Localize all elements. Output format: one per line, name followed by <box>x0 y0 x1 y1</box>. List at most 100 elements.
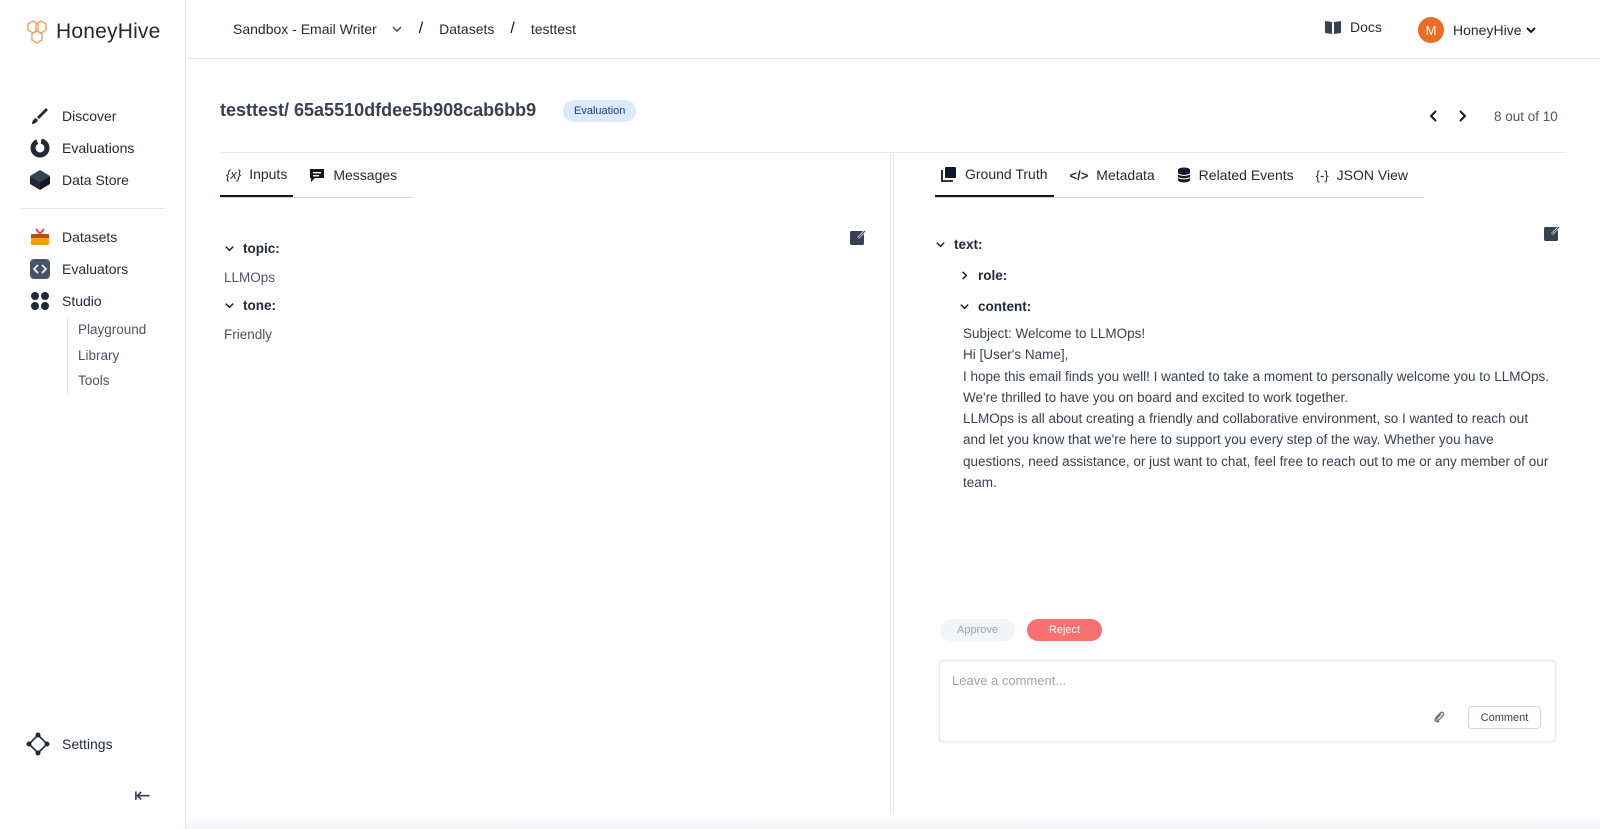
code-square-icon <box>28 257 52 281</box>
nav-divider <box>20 208 166 209</box>
studio-subnav: Playground Library Tools <box>67 317 186 394</box>
breadcrumb-datasets[interactable]: Datasets <box>439 21 494 37</box>
pager-count: 8 out of 10 <box>1494 108 1558 124</box>
main-nav: Discover Evaluations Data Store Datasets <box>0 100 186 394</box>
chevron-right-icon <box>1459 110 1467 122</box>
sidebar-item-settings[interactable]: Settings <box>26 732 113 756</box>
tab-json-view[interactable]: {-} JSON View <box>1310 153 1414 197</box>
field-key-label: content: <box>978 298 1032 314</box>
breadcrumb-separator: / <box>418 20 424 37</box>
pager: 8 out of 10 <box>1422 104 1558 128</box>
field-key-label: tone: <box>243 297 276 313</box>
sidebar-subitem-library[interactable]: Library <box>78 343 186 369</box>
tab-ground-truth[interactable]: Ground Truth <box>935 153 1054 197</box>
settings-label: Settings <box>62 736 113 752</box>
chat-bubble-icon <box>310 169 325 182</box>
field-key-label: topic: <box>243 240 280 256</box>
panel-resize-handle[interactable] <box>890 153 894 829</box>
field-key-role[interactable]: role: <box>959 265 1031 285</box>
breadcrumb-dataset[interactable]: testtest <box>531 21 576 37</box>
right-tabs: Ground Truth </> Metadata Related Events… <box>935 153 1424 198</box>
tab-label: Ground Truth <box>965 166 1048 182</box>
approve-button[interactable]: Approve <box>940 619 1015 641</box>
settings-nodes-icon <box>26 732 50 756</box>
sidebar-item-evaluators[interactable]: Evaluators <box>0 253 186 285</box>
tab-inputs[interactable]: {x} Inputs <box>220 153 294 197</box>
content-line: Hi [User's Name], <box>963 347 1069 363</box>
field-key-label: text: <box>954 236 983 252</box>
layers-icon <box>941 167 956 182</box>
edit-icon[interactable] <box>1543 224 1561 242</box>
logo[interactable]: HoneyHive <box>24 19 161 45</box>
inbox-tray-icon <box>28 225 52 249</box>
comment-button[interactable]: Comment <box>1468 706 1541 729</box>
sidebar-item-discover[interactable]: Discover <box>0 100 186 132</box>
tab-label: Metadata <box>1096 167 1155 183</box>
comment-box: Comment <box>939 660 1556 742</box>
tab-related-events[interactable]: Related Events <box>1171 153 1300 197</box>
ground-truth-tree: text: role: content: <box>935 234 1031 316</box>
next-button[interactable] <box>1450 104 1474 128</box>
page-title: testtest/ 65a5510dfdee5b908cab6bb9 <box>220 100 537 120</box>
bottom-shadow <box>186 815 1600 829</box>
prev-button[interactable] <box>1422 104 1446 128</box>
sidebar-item-label: Datasets <box>62 229 118 245</box>
breadcrumb-project[interactable]: Sandbox - Email Writer <box>233 21 377 37</box>
user-menu[interactable]: M HoneyHive <box>1418 17 1537 43</box>
variable-icon: {x} <box>226 166 242 182</box>
database-icon <box>1177 167 1190 183</box>
braces-icon: {-} <box>1315 167 1329 183</box>
donut-chart-icon <box>28 136 52 160</box>
sidebar: HoneyHive Discover Evaluations Data Stor… <box>0 0 186 829</box>
chevron-down-icon <box>225 302 234 308</box>
book-icon <box>1325 21 1341 34</box>
sidebar-item-evaluations[interactable]: Evaluations <box>0 132 186 164</box>
sidebar-item-label: Studio <box>62 293 102 309</box>
collapse-sidebar-icon[interactable]: ⇤ <box>134 783 151 808</box>
content-line: Subject: Welcome to LLMOps! <box>963 326 1146 341</box>
field-key-content[interactable]: content: <box>959 296 1031 316</box>
chevron-down-icon <box>225 245 234 251</box>
reject-button[interactable]: Reject <box>1027 619 1102 641</box>
left-tabs: {x} Inputs Messages <box>220 153 414 198</box>
app-name: HoneyHive <box>56 20 161 43</box>
tab-label: Related Events <box>1198 167 1294 183</box>
content-value: Subject: Welcome to LLMOps! Hi [User's N… <box>963 323 1553 493</box>
chevron-right-icon <box>962 270 968 280</box>
field-value-tone: Friendly <box>224 327 273 342</box>
sidebar-subitem-playground[interactable]: Playground <box>78 317 186 343</box>
paperclip-icon[interactable] <box>1433 710 1445 724</box>
sidebar-item-label: Data Store <box>62 172 129 188</box>
chevron-down-icon[interactable] <box>391 23 403 35</box>
avatar: M <box>1418 17 1444 43</box>
cube-icon <box>28 168 52 192</box>
sidebar-item-label: Evaluations <box>62 140 135 156</box>
field-key-label: role: <box>978 267 1008 283</box>
brush-icon <box>28 104 52 128</box>
chevron-down-icon <box>960 303 969 309</box>
status-badge: Evaluation <box>563 100 637 122</box>
chevron-down-icon <box>1526 27 1537 34</box>
breadcrumb: Sandbox - Email Writer / Datasets / test… <box>233 20 576 38</box>
field-key-text[interactable]: text: <box>935 234 1031 254</box>
sidebar-subitem-tools[interactable]: Tools <box>78 368 186 394</box>
sidebar-item-data-store[interactable]: Data Store <box>0 164 186 196</box>
sidebar-item-studio[interactable]: Studio <box>0 285 186 317</box>
comment-input[interactable] <box>952 673 1452 688</box>
field-key-tone[interactable]: tone: <box>224 295 280 315</box>
honeycomb-logo-icon <box>27 20 47 44</box>
tab-messages[interactable]: Messages <box>303 153 403 197</box>
docs-label: Docs <box>1350 19 1382 35</box>
sidebar-item-label: Discover <box>62 108 117 124</box>
tab-label: Inputs <box>249 166 288 182</box>
field-key-topic[interactable]: topic: <box>224 238 280 258</box>
tab-metadata[interactable]: </> Metadata <box>1064 153 1161 197</box>
user-name: HoneyHive <box>1453 22 1522 38</box>
docs-link[interactable]: Docs <box>1324 19 1382 35</box>
top-header: Sandbox - Email Writer / Datasets / test… <box>186 0 1600 59</box>
grid-dots-icon <box>28 289 52 313</box>
sidebar-item-datasets[interactable]: Datasets <box>0 221 186 253</box>
edit-icon[interactable] <box>849 228 867 246</box>
inputs-tree: topic: LLMOps tone: Friendly <box>224 238 280 343</box>
content-line: I hope this email finds you well! I want… <box>963 368 1550 405</box>
